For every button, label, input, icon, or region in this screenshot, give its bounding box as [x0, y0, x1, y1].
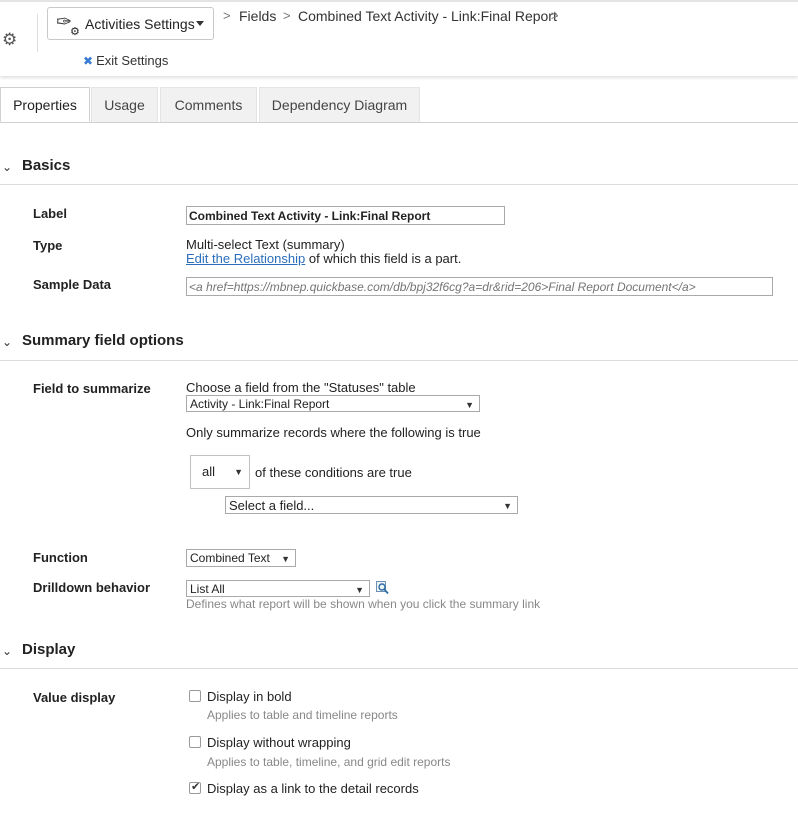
dropdown-arrow-icon: ▼ — [355, 585, 364, 595]
section-divider — [0, 360, 798, 361]
chevron-down-icon[interactable]: ⌄ — [2, 335, 12, 349]
section-divider — [0, 668, 798, 669]
value-display-label: Value display — [33, 690, 116, 705]
edit-relationship-suffix: of which this field is a part. — [308, 251, 462, 266]
tab-dependency-diagram[interactable]: Dependency Diagram — [259, 87, 420, 122]
function-select[interactable]: Combined Text ▼ — [186, 549, 296, 567]
choose-field-text: Choose a field from the "Statuses" table — [186, 380, 416, 395]
section-basics-title[interactable]: Basics — [22, 157, 70, 174]
tab-underline — [0, 122, 798, 123]
breadcrumb-current-field[interactable]: Combined Text Activity - Link:Final Repo… — [298, 8, 557, 24]
condition-field-select[interactable]: Select a field... ▼ — [225, 496, 518, 514]
small-gear-icon: ⚙ — [70, 26, 80, 38]
condition-mode-value: all — [202, 464, 216, 479]
gear-icon[interactable]: ⚙ — [2, 30, 17, 50]
section-summary-title[interactable]: Summary field options — [22, 332, 184, 349]
function-label: Function — [33, 550, 88, 565]
display-bold-label[interactable]: Display in bold — [207, 689, 292, 704]
label-input[interactable] — [186, 206, 505, 225]
label-field-label: Label — [33, 206, 67, 221]
condition-field-value: Select a field... — [229, 498, 315, 513]
breadcrumb-fields[interactable]: Fields — [239, 8, 276, 24]
section-divider — [0, 184, 798, 185]
type-value: Multi-select Text (summary) — [186, 237, 345, 252]
dropdown-arrow-icon: ▼ — [503, 501, 512, 511]
sample-data-input[interactable] — [186, 277, 773, 296]
only-summarize-text: Only summarize records where the followi… — [186, 425, 481, 440]
activities-settings-menu-button[interactable]: ✑ ⚙ Activities Settings — [47, 7, 214, 40]
display-bold-checkbox[interactable] — [189, 690, 201, 702]
dropdown-arrow-icon: ▼ — [281, 554, 290, 564]
tab-properties[interactable]: Properties — [0, 87, 90, 122]
drilldown-label: Drilldown behavior — [33, 580, 151, 595]
display-no-wrap-help: Applies to table, timeline, and grid edi… — [207, 755, 451, 769]
type-field-label: Type — [33, 238, 63, 253]
drilldown-select[interactable]: List All ▼ — [186, 580, 370, 597]
field-to-summarize-label: Field to summarize — [33, 381, 151, 396]
type-edit-row: Edit the Relationship of which this fiel… — [186, 251, 461, 266]
display-no-wrap-label[interactable]: Display without wrapping — [207, 735, 351, 750]
condition-mode-select[interactable]: all ▼ — [190, 455, 250, 489]
display-no-wrap-checkbox[interactable] — [189, 736, 201, 748]
edit-relationship-link[interactable]: Edit the Relationship — [186, 251, 305, 266]
breadcrumb-separator: > — [223, 8, 231, 23]
field-select-value: Activity - Link:Final Report — [190, 397, 330, 411]
menu-label: Activities Settings — [85, 16, 195, 32]
chevron-down-icon[interactable]: ⌄ — [2, 644, 12, 658]
display-as-link-label[interactable]: Display as a link to the detail records — [207, 781, 419, 796]
sample-data-label: Sample Data — [33, 277, 112, 292]
dropdown-arrow-icon: ▼ — [465, 400, 474, 410]
dropdown-arrow-icon: ▼ — [234, 467, 243, 477]
display-bold-help: Applies to table and timeline reports — [207, 708, 398, 722]
field-to-summarize-select[interactable]: Activity - Link:Final Report ▼ — [186, 395, 480, 412]
tab-comments[interactable]: Comments — [160, 87, 257, 122]
exit-settings-link[interactable]: ✖ Exit Settings — [83, 53, 168, 68]
exit-settings-label: Exit Settings — [96, 53, 169, 68]
header-divider — [37, 14, 38, 52]
section-display-title[interactable]: Display — [22, 641, 75, 658]
chevron-down-icon[interactable]: ⌄ — [2, 160, 12, 174]
display-as-link-checkbox[interactable] — [189, 780, 201, 794]
function-value: Combined Text — [190, 551, 270, 565]
conditions-text: of these conditions are true — [255, 465, 412, 480]
close-icon: ✖ — [83, 54, 94, 68]
magnifier-icon[interactable] — [376, 581, 389, 595]
caret-down-icon — [196, 21, 204, 26]
drilldown-help: Defines what report will be shown when y… — [186, 597, 541, 611]
breadcrumb-separator: > — [551, 8, 559, 23]
drilldown-value: List All — [190, 582, 225, 596]
breadcrumb-separator: > — [283, 8, 291, 23]
tab-usage[interactable]: Usage — [91, 87, 158, 122]
